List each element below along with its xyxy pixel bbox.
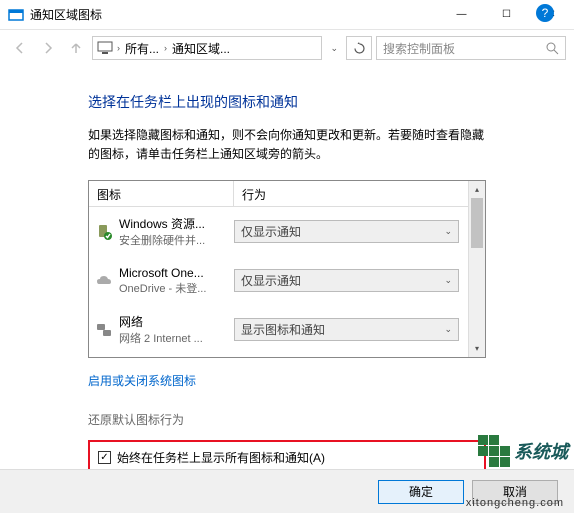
refresh-button[interactable] (346, 36, 372, 60)
ok-button[interactable]: 确定 (378, 480, 464, 504)
page-description: 如果选择隐藏图标和通知，则不会向你通知更改和更新。若要随时查看隐藏的图标，请单击… (88, 126, 486, 164)
window-title: 通知区域图标 (30, 6, 439, 23)
search-placeholder: 搜索控制面板 (383, 40, 455, 57)
chevron-down-icon[interactable]: ⌄ (326, 43, 342, 54)
checkbox-label: 始终在任务栏上显示所有图标和通知(A) (117, 449, 325, 466)
system-icons-link[interactable]: 启用或关闭系统图标 (88, 372, 196, 389)
monitor-icon (97, 41, 113, 55)
item-sub: 网络 2 Internet ... (119, 330, 227, 346)
watermark-text: 系统城 (514, 438, 568, 464)
icon-list: 图标 行为 Windows 资源... 安全删除硬件并... 仅显示通知 ⌄ (88, 180, 486, 358)
onedrive-icon (95, 272, 113, 290)
list-item: Microsoft One... OneDrive - 未登... 仅显示通知 … (89, 256, 485, 305)
up-button[interactable] (64, 36, 88, 60)
scroll-down-icon[interactable]: ▾ (469, 340, 485, 357)
chevron-down-icon: ⌄ (444, 324, 452, 335)
search-icon (546, 42, 559, 55)
item-name: Microsoft One... (119, 266, 227, 280)
item-sub: 安全删除硬件并... (119, 232, 227, 248)
titlebar: 通知区域图标 — ☐ ✕ (0, 0, 574, 30)
column-header-icon[interactable]: 图标 (89, 181, 234, 206)
chevron-down-icon: ⌄ (444, 226, 452, 237)
scroll-up-icon[interactable]: ▴ (469, 181, 485, 198)
back-button[interactable] (8, 36, 32, 60)
navbar: › 所有... › 通知区域... ⌄ 搜索控制面板 (0, 30, 574, 66)
list-item: Windows 资源... 安全删除硬件并... 仅显示通知 ⌄ (89, 207, 485, 256)
maximize-button[interactable]: ☐ (484, 0, 529, 29)
help-icon[interactable]: ? (536, 4, 554, 22)
chevron-right-icon: › (164, 43, 167, 53)
checkbox[interactable]: ✓ (98, 451, 111, 464)
control-panel-icon (8, 7, 24, 23)
item-name: Windows 资源... (119, 215, 227, 232)
watermark-url: xitongcheng.com (466, 497, 564, 509)
usb-eject-icon (95, 223, 113, 241)
restore-defaults-label[interactable]: 还原默认图标行为 (88, 411, 486, 428)
action-dropdown[interactable]: 仅显示通知 ⌄ (234, 269, 459, 292)
scroll-thumb[interactable] (471, 198, 483, 248)
item-sub: OneDrive - 未登... (119, 280, 227, 296)
item-name: 网络 (119, 313, 227, 330)
action-dropdown[interactable]: 仅显示通知 ⌄ (234, 220, 459, 243)
watermark: 系统城 (478, 435, 568, 467)
column-header-action[interactable]: 行为 (234, 181, 485, 206)
watermark-logo (478, 435, 510, 467)
chevron-down-icon: ⌄ (444, 275, 452, 286)
network-icon (95, 321, 113, 339)
list-item: 网络 网络 2 Internet ... 显示图标和通知 ⌄ (89, 305, 485, 354)
breadcrumb-item[interactable]: 通知区域... (169, 40, 233, 57)
forward-button[interactable] (36, 36, 60, 60)
scrollbar[interactable]: ▴ ▾ (468, 181, 485, 357)
action-dropdown[interactable]: 显示图标和通知 ⌄ (234, 318, 459, 341)
breadcrumb-item[interactable]: 所有... (122, 40, 162, 57)
minimize-button[interactable]: — (439, 0, 484, 29)
page-heading: 选择在任务栏上出现的图标和通知 (88, 92, 486, 112)
breadcrumb[interactable]: › 所有... › 通知区域... (92, 36, 322, 60)
search-input[interactable]: 搜索控制面板 (376, 36, 566, 60)
chevron-right-icon: › (117, 43, 120, 53)
